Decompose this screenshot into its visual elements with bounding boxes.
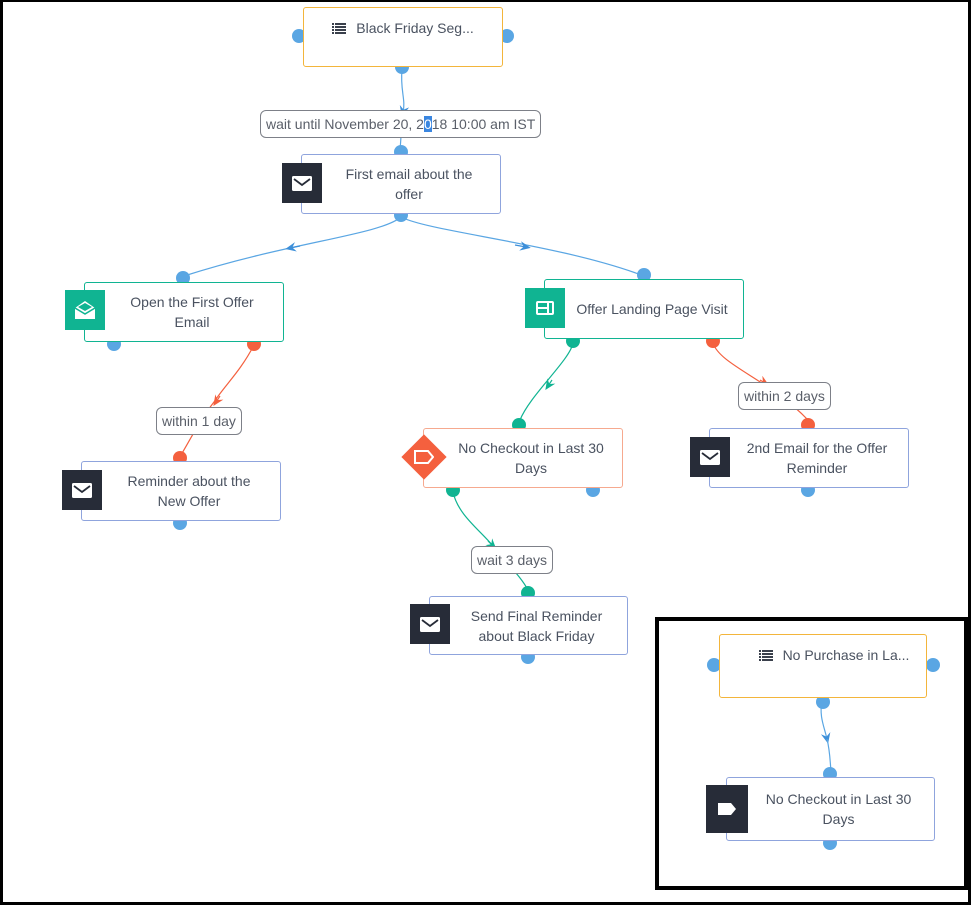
mail-icon bbox=[690, 437, 730, 477]
edge-first-email-to-open[interactable] bbox=[183, 216, 402, 277]
node-black-friday-segment[interactable]: Black Friday Seg... bbox=[303, 7, 503, 67]
node-label: Send Final Reminder about Black Friday bbox=[470, 607, 603, 644]
node-offer-landing-page-visit[interactable]: Offer Landing Page Visit bbox=[544, 279, 744, 339]
node-label: 2nd Email for the Offer Reminder bbox=[746, 440, 888, 476]
mail-icon bbox=[410, 604, 450, 644]
tag-icon bbox=[401, 434, 447, 480]
edge-label-within-2-days[interactable]: within 2 days bbox=[738, 382, 831, 410]
edge-segment-to-first-email[interactable] bbox=[399, 69, 410, 117]
node-label: Open the First Offer Email bbox=[130, 294, 254, 330]
edge-no-checkout-to-final[interactable] bbox=[452, 491, 529, 591]
node-no-checkout-inset[interactable]: No Checkout in Last 30 Days bbox=[726, 777, 935, 841]
tag-icon bbox=[706, 785, 748, 833]
node-reminder-new-offer[interactable]: Reminder about the New Offer bbox=[81, 461, 281, 521]
edge-label-wait-until[interactable]: wait until November 20, 2018 10:00 am IS… bbox=[260, 110, 542, 138]
list-icon bbox=[332, 19, 347, 39]
node-label: No Checkout in Last 30 Days bbox=[765, 791, 912, 827]
node-open-first-offer-email[interactable]: Open the First Offer Email bbox=[84, 282, 284, 342]
node-label: Reminder about the New Offer bbox=[127, 473, 251, 509]
node-no-checkout-condition[interactable]: No Checkout in Last 30 Days bbox=[423, 428, 623, 488]
edge-label-within-1-day[interactable]: within 1 day bbox=[156, 407, 242, 435]
node-label: No Checkout in Last 30 Days bbox=[458, 440, 604, 476]
label-text: 18 10:00 am IST bbox=[431, 116, 536, 132]
node-second-email-reminder[interactable]: 2nd Email for the Offer Reminder bbox=[709, 428, 909, 488]
node-label: Black Friday Seg... bbox=[356, 20, 474, 36]
edge-arrow-no-checkout bbox=[545, 378, 556, 390]
node-label: First email about the offer bbox=[345, 166, 473, 202]
node-label: No Purchase in La... bbox=[782, 647, 910, 663]
mail-icon bbox=[282, 163, 322, 203]
node-no-purchase-segment[interactable]: No Purchase in La... bbox=[719, 634, 927, 698]
node-final-reminder[interactable]: Send Final Reminder about Black Friday bbox=[429, 596, 628, 655]
edge-label-wait-3-days[interactable]: wait 3 days bbox=[471, 546, 554, 574]
connector-right[interactable] bbox=[926, 658, 940, 672]
webpage-icon bbox=[525, 288, 565, 328]
edge-landing-to-no-checkout[interactable] bbox=[519, 342, 574, 421]
label-text: wait until November 20, 2 bbox=[266, 116, 424, 132]
selected-text: 0 bbox=[423, 116, 432, 132]
node-label: Offer Landing Page Visit bbox=[576, 301, 728, 317]
edge-arrow-open bbox=[285, 242, 301, 252]
edge-arrow-landing bbox=[514, 241, 531, 251]
mail-open-icon bbox=[65, 290, 105, 330]
highlight-inset: No Purchase in La... No Checkout in Last… bbox=[655, 617, 968, 890]
node-first-email[interactable]: First email about the offer bbox=[301, 154, 501, 214]
list-icon bbox=[758, 646, 773, 666]
mail-icon bbox=[62, 470, 102, 510]
